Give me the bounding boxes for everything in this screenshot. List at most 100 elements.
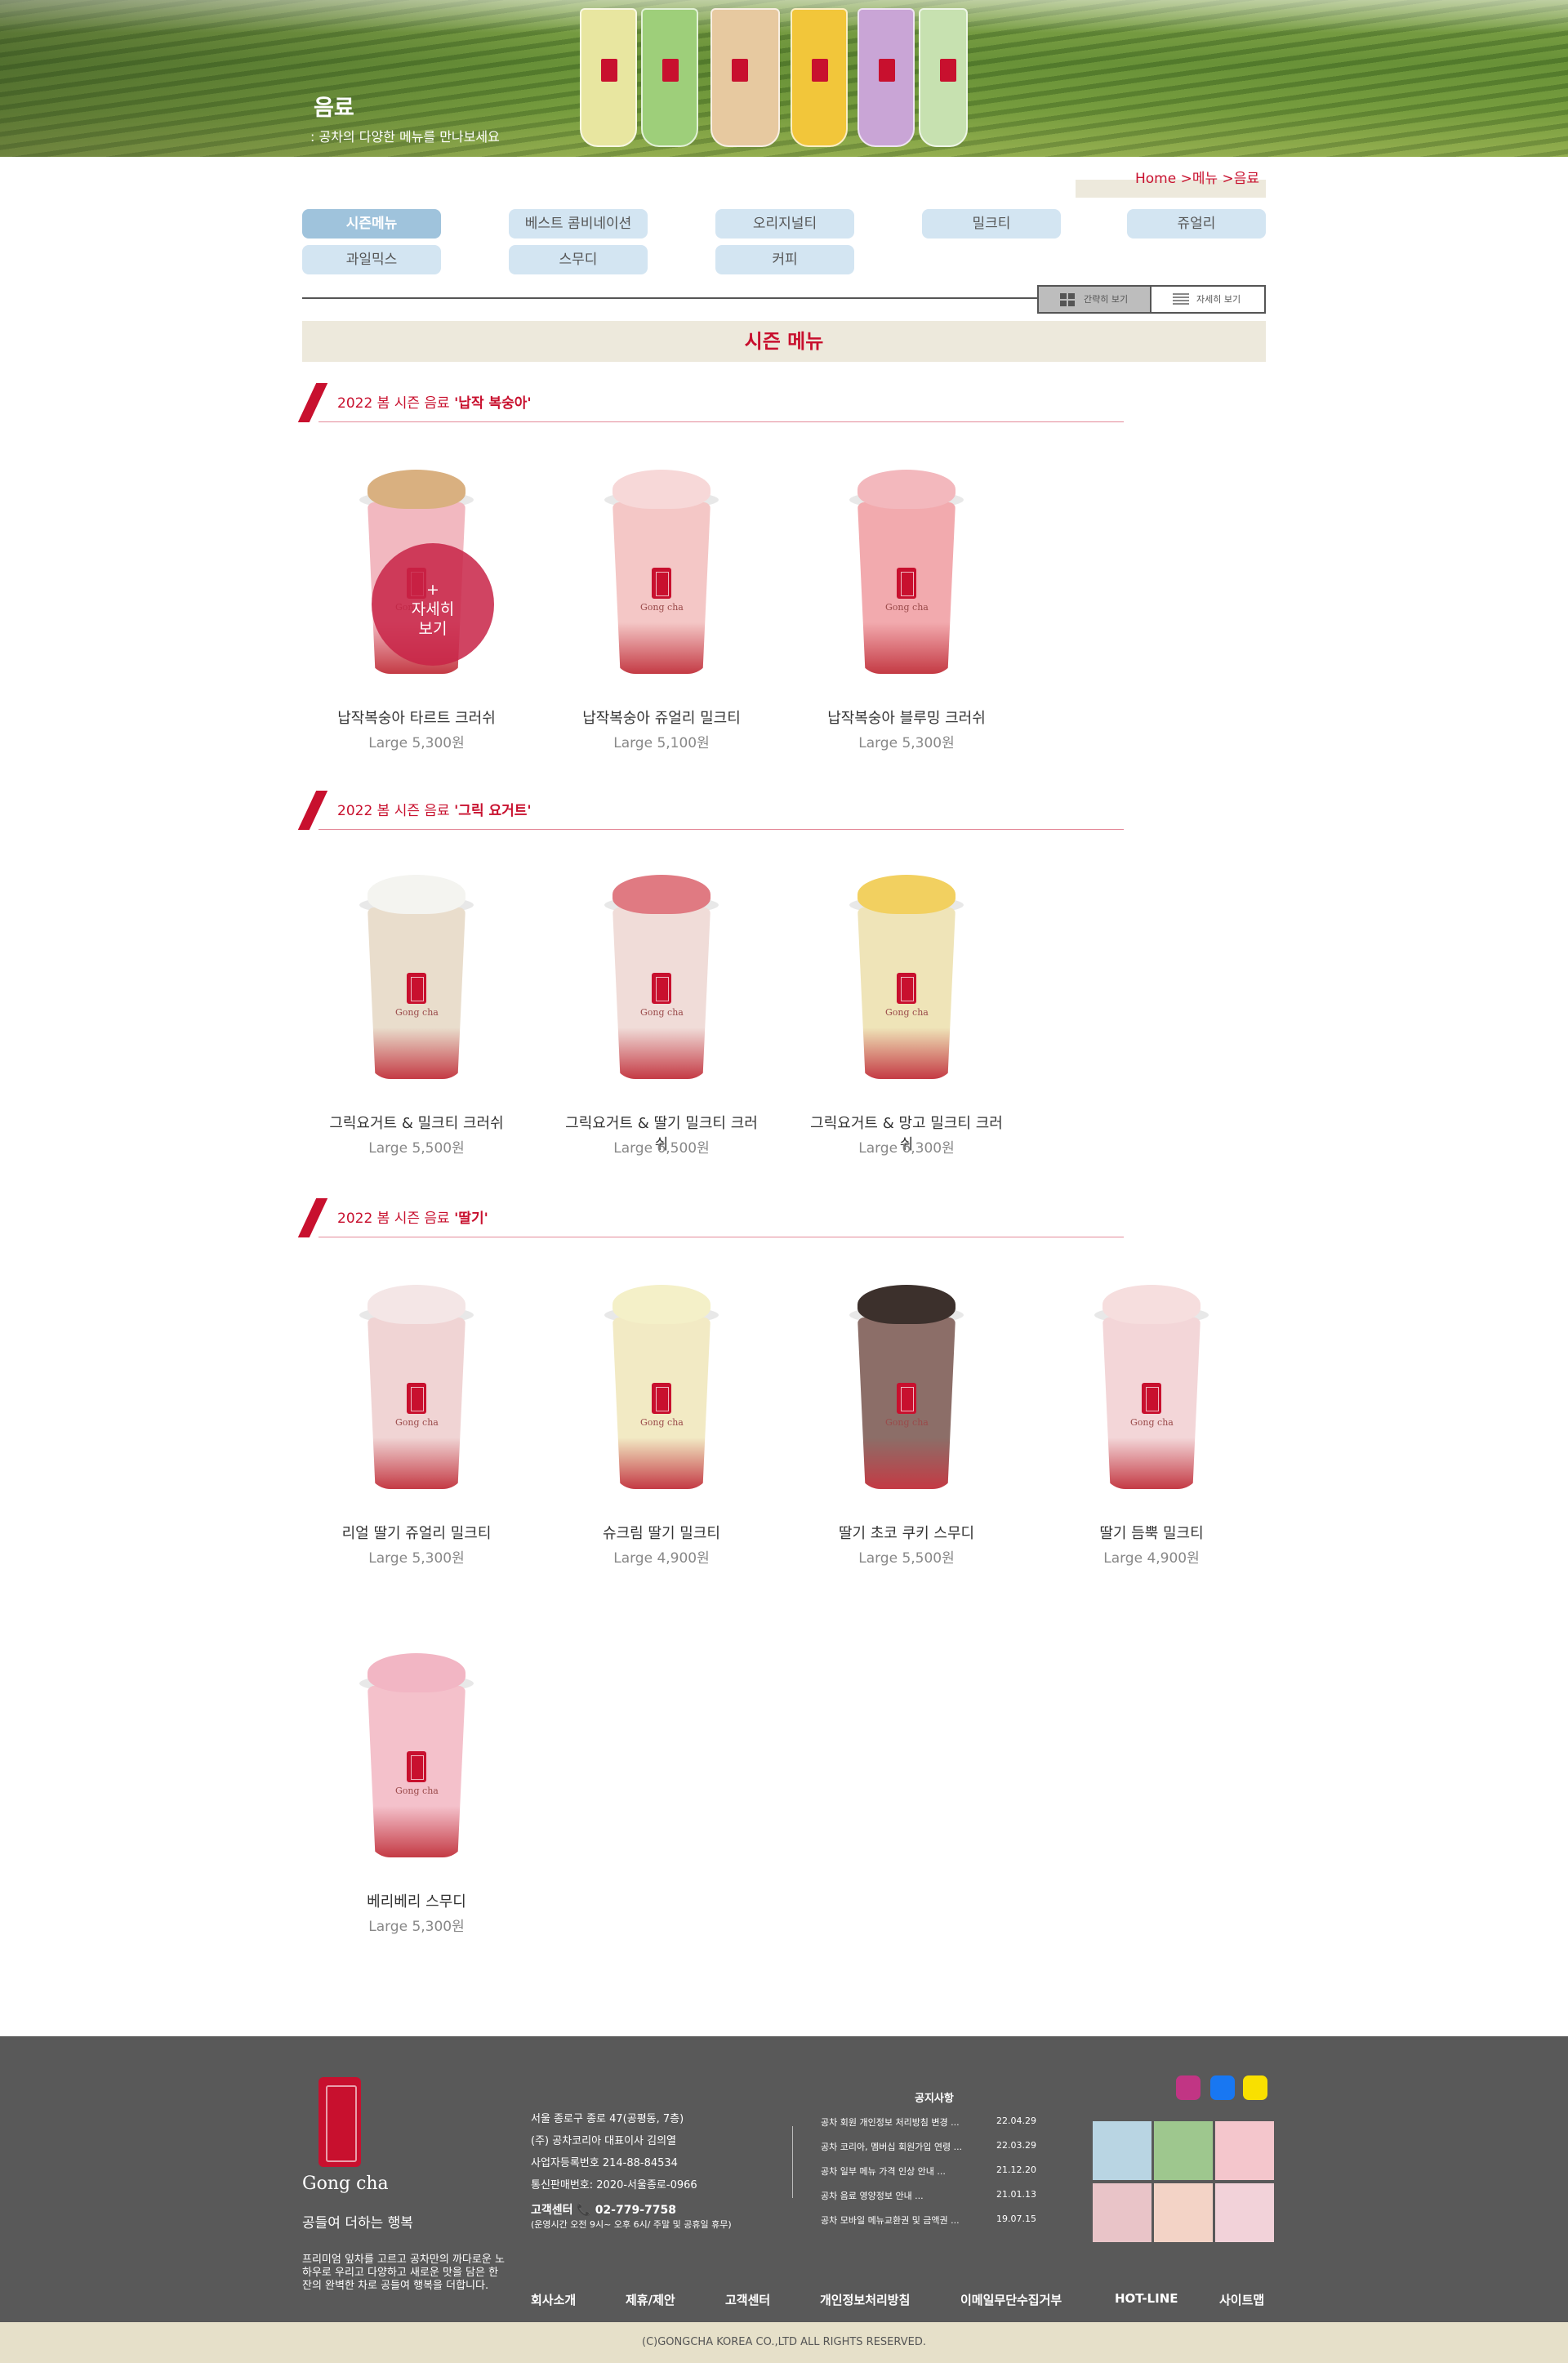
drink-image: Gong cha (1094, 1285, 1209, 1497)
season-menu-title: 시즌 메뉴 (302, 321, 1266, 362)
instagram-thumbnail[interactable] (1093, 2121, 1152, 2180)
detail-view-button[interactable]: + 자세히 보기 (372, 543, 494, 666)
view-simple-button[interactable]: 간략히 보기 (1037, 285, 1152, 314)
notice-item[interactable]: 공차 회원 개인정보 처리방침 변경 ... 22.04.29 (821, 2116, 1066, 2129)
page-title: 음료 (314, 96, 354, 121)
section-title: 2022 봄 시즌 음료 '납작 복숭아' (337, 391, 532, 412)
breadcrumb[interactable]: Home >메뉴 >음료 (1135, 167, 1259, 187)
copyright: (C)GONGCHA KOREA CO.,LTD ALL RIGHTS RESE… (0, 2322, 1568, 2363)
section-title-highlight: '그릭 요거트' (454, 803, 532, 819)
footer-divider (792, 2126, 793, 2198)
notice-item[interactable]: 공차 음료 영양정보 안내 ... 21.01.13 (821, 2189, 1066, 2202)
notice-item-title: 공차 일부 메뉴 가격 인상 안내 ... (821, 2166, 946, 2177)
tab-season-menu[interactable]: 시즌메뉴 (302, 209, 441, 239)
section-title-prefix: 2022 봄 시즌 음료 (337, 1210, 455, 1227)
notice-item[interactable]: 공차 일부 메뉴 가격 인상 안내 ... 21.12.20 (821, 2165, 1066, 2178)
view-detail-button[interactable]: 자세히 보기 (1152, 285, 1266, 314)
gongcha-logo[interactable] (318, 2077, 361, 2167)
link-hotline[interactable]: HOT-LINE (1115, 2291, 1178, 2306)
operating-hours: (운영시간 오전 9시~ 오후 6시/ 주말 및 공휴일 휴무) (531, 2219, 732, 2230)
section-header: 2022 봄 시즌 음료 '그릭 요거트' (297, 789, 1124, 830)
notice-item-date: 19.07.15 (996, 2214, 1036, 2224)
item-name[interactable]: 슈크림 딸기 밀크티 (564, 1522, 760, 1543)
instagram-thumbnail[interactable] (1215, 2121, 1274, 2180)
section-header: 2022 봄 시즌 음료 '납작 복숭아' (297, 381, 1124, 422)
item-name[interactable]: 납작복숭아 타르트 크러쉬 (318, 707, 514, 728)
link-privacy-policy[interactable]: 개인정보처리방침 (820, 2291, 910, 2308)
footer-slogan: 공들여 더하는 행복 (302, 2215, 413, 2231)
item-name[interactable]: 딸기 초코 쿠키 스무디 (808, 1522, 1004, 1543)
menu-item[interactable]: Gong cha 그릭요거트 & 밀크티 크러쉬 Large 5,500원 (318, 850, 514, 1185)
instagram-thumbnail[interactable] (1154, 2121, 1213, 2180)
instagram-thumbnail[interactable] (1215, 2183, 1274, 2242)
menu-item[interactable]: Gong cha 납작복숭아 블루밍 크러쉬 Large 5,300원 (808, 445, 1004, 780)
instagram-icon[interactable] (1176, 2075, 1200, 2100)
menu-item[interactable]: Gong cha 납작복숭아 쥬얼리 밀크티 Large 5,100원 (564, 445, 760, 780)
company-info: 서울 종로구 종로 47(공평동, 7층) (주) 공차코리아 대표이사 김의열… (531, 2108, 697, 2196)
menu-item[interactable]: Gong cha 그릭요거트 & 딸기 밀크티 크러쉬 Large 6,500원 (564, 850, 760, 1185)
menu-item[interactable]: Gong cha +자세히보기 납작복숭아 타르트 크러쉬 Large 5,30… (318, 445, 514, 780)
facebook-icon[interactable] (1210, 2075, 1235, 2100)
tab-smoothie[interactable]: 스무디 (509, 245, 648, 274)
item-price: Large 5,500원 (368, 1140, 465, 1157)
notice-item-date: 22.04.29 (996, 2116, 1036, 2126)
menu-item[interactable]: Gong cha 그릭요거트 & 망고 밀크티 크러쉬 Large 6,300원 (808, 850, 1004, 1185)
instagram-thumbnail[interactable] (1093, 2183, 1152, 2242)
link-email-refusal[interactable]: 이메일무단수집거부 (960, 2291, 1062, 2308)
hero-cup (791, 8, 848, 147)
item-name[interactable]: 베리베리 스무디 (318, 1890, 514, 1911)
notice-item[interactable]: 공차 모바일 메뉴교환권 및 금액권 ... 19.07.15 (821, 2214, 1066, 2227)
section-title-highlight: '납작 복숭아' (454, 395, 532, 412)
item-price: Large 6,300원 (858, 1140, 955, 1157)
item-name[interactable]: 그릭요거트 & 밀크티 크러쉬 (318, 1112, 514, 1133)
section-title: 2022 봄 시즌 음료 '딸기' (337, 1206, 488, 1227)
section-title-prefix: 2022 봄 시즌 음료 (337, 803, 455, 819)
link-partnership[interactable]: 제휴/제안 (626, 2291, 675, 2308)
menu-item[interactable]: Gong cha 리얼 딸기 쥬얼리 밀크티 Large 5,300원 (318, 1260, 514, 1595)
hero-cup (580, 8, 637, 147)
tab-coffee[interactable]: 커피 (715, 245, 854, 274)
view-detail-label: 자세히 보기 (1196, 294, 1241, 305)
detail-label-2: 보기 (418, 620, 448, 638)
notice-item-title: 공차 음료 영양정보 안내 ... (821, 2191, 924, 2201)
notice-item[interactable]: 공차 코리아, 멤버십 회원가입 연령 ... 22.03.29 (821, 2140, 1066, 2153)
company-ceo: (주) 공차코리아 대표이사 김의열 (531, 2135, 677, 2147)
tab-original-tea[interactable]: 오리지널티 (715, 209, 854, 239)
link-customer-center[interactable]: 고객센터 (725, 2291, 770, 2308)
item-name[interactable]: 납작복숭아 쥬얼리 밀크티 (564, 707, 760, 728)
tab-best-combination[interactable]: 베스트 콤비네이션 (509, 209, 648, 239)
notice-item-date: 21.12.20 (996, 2165, 1036, 2175)
instagram-thumbnail[interactable] (1154, 2183, 1213, 2242)
notice-item-date: 21.01.13 (996, 2189, 1036, 2200)
menu-item[interactable]: Gong cha 베리베리 스무디 Large 5,300원 (318, 1629, 514, 1964)
hero-cup (919, 8, 968, 147)
tab-jewelry[interactable]: 쥬얼리 (1127, 209, 1266, 239)
notice-title[interactable]: 공지사항 (915, 2089, 954, 2105)
plus-icon: + (426, 581, 439, 599)
footer: Gong cha 공들여 더하는 행복 프리미엄 잎차를 고르고 공차만의 까다… (0, 2036, 1568, 2322)
menu-item[interactable]: Gong cha 슈크림 딸기 밀크티 Large 4,900원 (564, 1260, 760, 1595)
drink-image: Gong cha (359, 875, 474, 1087)
link-sitemap[interactable]: 사이트맵 (1219, 2291, 1264, 2308)
item-name[interactable]: 리얼 딸기 쥬얼리 밀크티 (318, 1522, 514, 1543)
drink-image: Gong cha (359, 1285, 474, 1497)
link-company-intro[interactable]: 회사소개 (531, 2291, 576, 2308)
tab-fruit-mix[interactable]: 과일믹스 (302, 245, 441, 274)
hero-banner: 음료 : 공차의 다양한 메뉴를 만나보세요 (0, 0, 1568, 157)
grid-view-icon (1060, 293, 1075, 306)
section-title-prefix: 2022 봄 시즌 음료 (337, 395, 455, 412)
item-price: Large 5,100원 (613, 735, 710, 751)
sales-number: 통신판매번호: 2020-서울종로-0966 (531, 2179, 697, 2191)
section-underline (318, 829, 1124, 830)
kakao-talk-icon[interactable] (1243, 2075, 1267, 2100)
menu-item[interactable]: Gong cha 딸기 듬뿍 밀크티 Large 4,900원 (1054, 1260, 1250, 1595)
footer-description: 프리미엄 잎차를 고르고 공차만의 까다로운 노하우로 우리고 다양하고 새로운… (302, 2254, 505, 2292)
menu-item[interactable]: Gong cha 딸기 초코 쿠키 스무디 Large 5,500원 (808, 1260, 1004, 1595)
item-price: Large 4,900원 (1103, 1550, 1200, 1567)
item-name[interactable]: 딸기 듬뿍 밀크티 (1054, 1522, 1250, 1543)
item-name[interactable]: 납작복숭아 블루밍 크러쉬 (808, 707, 1004, 728)
list-view-icon (1173, 293, 1189, 306)
tab-milk-tea[interactable]: 밀크티 (922, 209, 1061, 239)
view-simple-label: 간략히 보기 (1084, 294, 1129, 305)
drink-image: Gong cha (359, 1653, 474, 1866)
